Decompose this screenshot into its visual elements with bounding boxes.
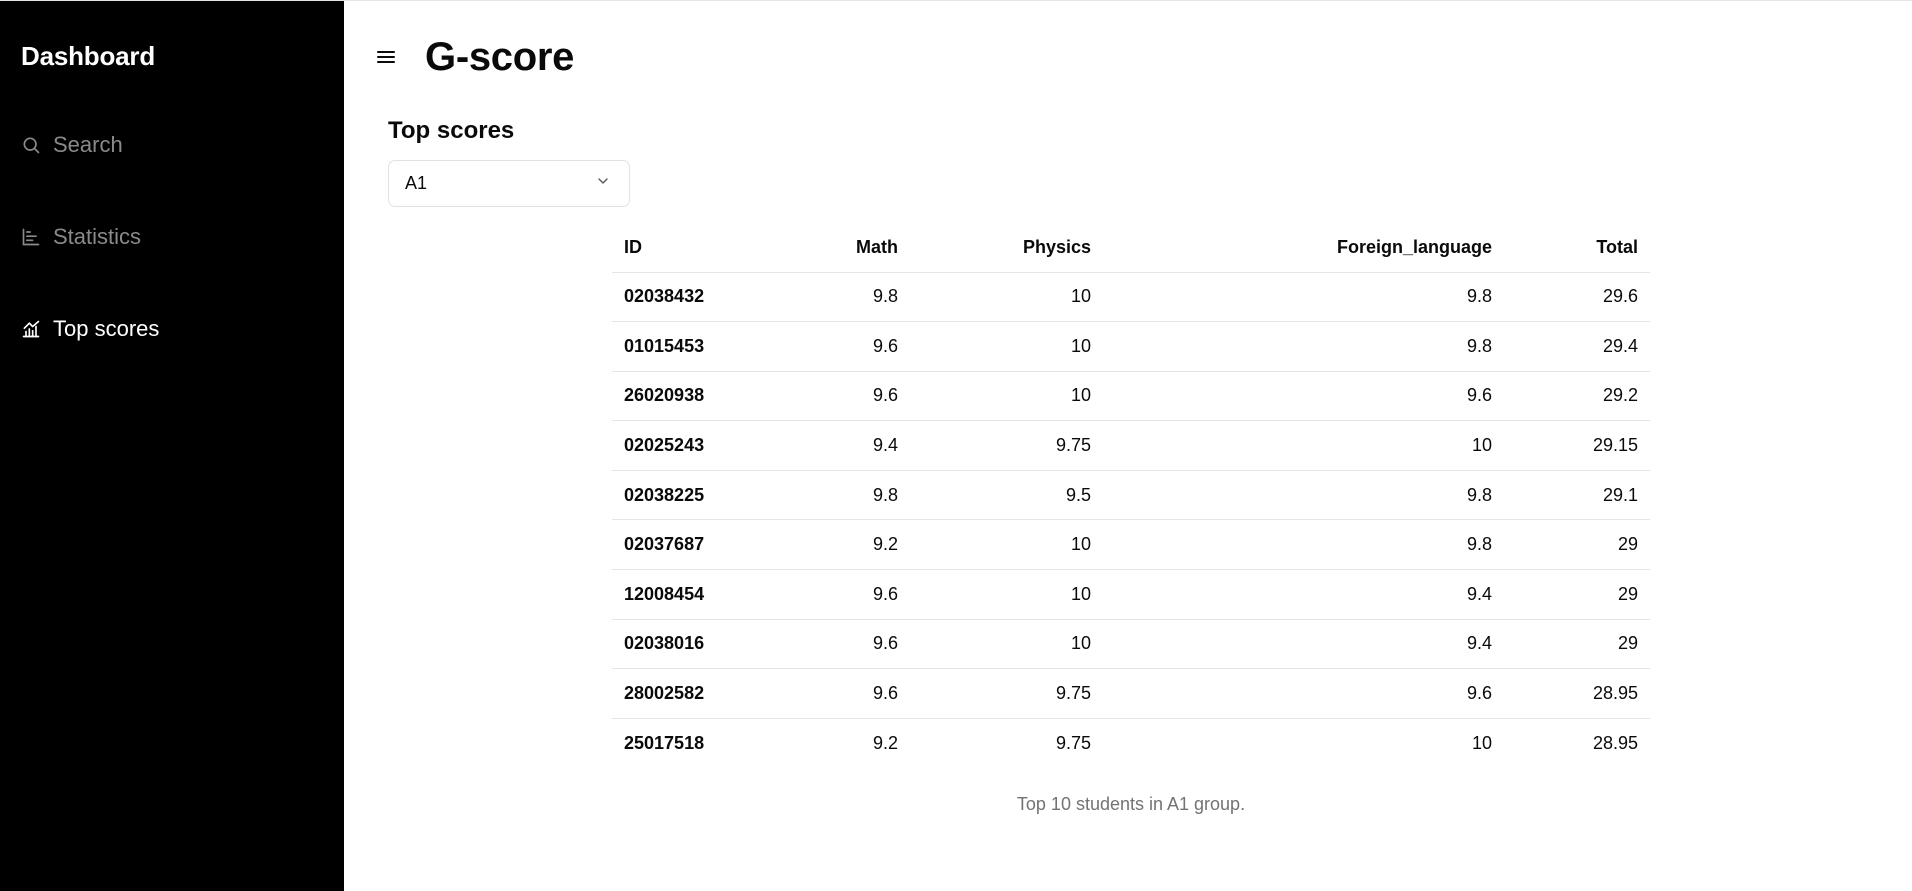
cell-total: 29.15	[1504, 420, 1650, 471]
cell-id: 02025243	[612, 420, 780, 471]
cell-physics: 10	[910, 619, 1103, 670]
sidebar-item-label: Statistics	[53, 224, 142, 249]
cell-total: 29.1	[1504, 470, 1650, 521]
cell-foreign-language: 10	[1471, 732, 1492, 753]
chevron-down-icon	[595, 173, 611, 194]
cell-foreign-language: 9.4	[1103, 569, 1504, 620]
group-select-value: A1	[405, 173, 428, 193]
cell-math: 9.6	[780, 619, 910, 670]
section-title: Top scores	[388, 117, 515, 144]
bar-chart-icon	[21, 227, 41, 247]
cell-foreign-language: 9.6	[1103, 668, 1504, 719]
cell-id: 25017518	[624, 732, 705, 753]
table-body: 02038432 9.8 10 9.8 29.6 01015453 9.6 10…	[612, 272, 1650, 768]
table-row: 01015453 9.6 10 9.8 29.4	[612, 321, 1650, 372]
column-header-math: Math	[780, 223, 910, 273]
cell-math: 9.2	[872, 732, 898, 753]
table-row: 02037687 9.2 10 9.8 29	[612, 519, 1650, 571]
cell-total: 28.95	[1592, 732, 1638, 753]
sidebar-item-top-scores[interactable]: Top scores	[21, 313, 159, 345]
cell-physics: 9.75	[1055, 732, 1091, 753]
page-title: G-score	[425, 35, 575, 79]
sidebar-item-label: Top scores	[53, 316, 160, 341]
cell-math: 9.6	[780, 371, 910, 422]
group-select[interactable]: A1	[388, 160, 630, 207]
sidebar-brand: Dashboard	[21, 41, 156, 71]
cell-id: 02038432	[612, 272, 780, 323]
search-icon	[21, 135, 41, 155]
cell-total: 29.2	[1504, 371, 1650, 422]
table-row: 28002582 9.6 9.75 9.6 28.95	[612, 668, 1650, 719]
cell-foreign-language: 10	[1103, 420, 1504, 471]
table-caption: Top 10 students in A1 group.	[1016, 794, 1246, 814]
cell-id: 28002582	[612, 668, 780, 719]
column-header-physics: Physics	[910, 223, 1103, 273]
cell-physics: 9.75	[910, 420, 1103, 471]
cell-physics: 10	[910, 321, 1103, 372]
cell-math: 9.4	[780, 420, 910, 471]
table-row: 12008454 9.6 10 9.4 29	[612, 569, 1650, 620]
cell-foreign-language: 9.8	[1103, 272, 1504, 323]
cell-physics: 10	[910, 272, 1103, 323]
cell-physics: 9.75	[910, 668, 1103, 719]
cell-total: 29	[1504, 619, 1650, 670]
table-header-row: ID Math Physics Foreign_language Total	[612, 223, 1650, 273]
column-header-id: ID	[612, 223, 780, 273]
cell-foreign-language: 9.4	[1103, 619, 1504, 670]
cell-math: 9.2	[780, 519, 910, 571]
table-row: 02038225 9.8 9.5 9.8 29.1	[612, 470, 1650, 521]
cell-total: 29	[1504, 519, 1650, 571]
cell-id: 26020938	[612, 371, 780, 422]
main-content: G-score Top scores A1 ID Math Physics Fo…	[344, 1, 1912, 891]
menu-toggle-button[interactable]	[374, 45, 398, 69]
cell-foreign-language: 9.8	[1103, 321, 1504, 372]
cell-id: 02038225	[612, 470, 780, 521]
cell-foreign-language: 9.8	[1103, 519, 1504, 571]
cell-math: 9.6	[780, 321, 910, 372]
table-row: 02025243 9.4 9.75 10 29.15	[612, 420, 1650, 471]
cell-math: 9.8	[780, 272, 910, 323]
sidebar: Dashboard Search Statistics Top scores	[0, 1, 344, 891]
cell-math: 9.8	[780, 470, 910, 521]
table-row: 02038432 9.8 10 9.8 29.6	[612, 272, 1650, 323]
sidebar-item-statistics[interactable]: Statistics	[21, 221, 141, 253]
table-row: 25017518 9.2 9.75 10 28.95	[612, 718, 1650, 768]
top-scores-table: ID Math Physics Foreign_language Total 0…	[612, 223, 1650, 768]
table-row: 02038016 9.6 10 9.4 29	[612, 619, 1650, 670]
cell-foreign-language: 9.6	[1103, 371, 1504, 422]
cell-physics: 10	[910, 569, 1103, 620]
cell-math: 9.6	[780, 668, 910, 719]
cell-id: 02037687	[612, 519, 780, 571]
hamburger-icon	[377, 51, 395, 63]
cell-physics: 9.5	[910, 470, 1103, 521]
cell-total: 29	[1504, 569, 1650, 620]
cell-total: 29.6	[1504, 272, 1650, 323]
cell-physics: 10	[910, 371, 1103, 422]
column-header-total: Total	[1504, 223, 1650, 273]
cell-id: 12008454	[612, 569, 780, 620]
sidebar-item-search[interactable]: Search	[21, 129, 123, 161]
cell-total: 29.4	[1504, 321, 1650, 372]
cell-math: 9.6	[780, 569, 910, 620]
cell-total: 28.95	[1504, 668, 1650, 719]
line-chart-icon	[21, 319, 41, 339]
cell-id: 02038016	[612, 619, 780, 670]
sidebar-item-label: Search	[53, 132, 123, 157]
cell-foreign-language: 9.8	[1103, 470, 1504, 521]
column-header-foreign-language: Foreign_language	[1103, 223, 1504, 273]
cell-id: 01015453	[612, 321, 780, 372]
table-row: 26020938 9.6 10 9.6 29.2	[612, 371, 1650, 422]
cell-physics: 10	[910, 519, 1103, 571]
